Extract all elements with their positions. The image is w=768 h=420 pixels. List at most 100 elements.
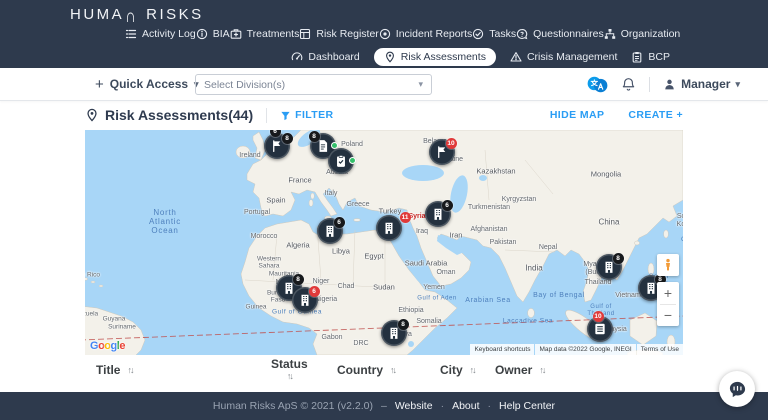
column-header-status[interactable]: Status↑↓ bbox=[271, 355, 308, 389]
nav-item-organization[interactable]: Organization bbox=[604, 28, 681, 40]
zoom-in-button[interactable]: + bbox=[657, 282, 679, 304]
sort-arrows-icon[interactable]: ↑↓ bbox=[390, 365, 395, 375]
marker-count-badge: 8 bbox=[293, 274, 304, 285]
nav-item-bcp[interactable]: BCP bbox=[631, 51, 670, 63]
chevron-down-icon: ▾ bbox=[418, 79, 423, 90]
marker-count-badge: 8 bbox=[309, 131, 320, 142]
chat-messenger-button[interactable] bbox=[719, 371, 755, 407]
division-select[interactable]: Select Division(s) ▾ bbox=[195, 74, 432, 95]
nav-item-label: Dashboard bbox=[308, 51, 359, 63]
check-icon bbox=[472, 28, 484, 40]
brand-logo: HUMA∩ RISKS bbox=[70, 6, 204, 23]
clipcheck-icon bbox=[334, 154, 348, 168]
results-table-header: Title↑↓Status↑↓Country↑↓City↑↓Owner↑↓ bbox=[85, 355, 683, 385]
grid-icon bbox=[299, 28, 311, 40]
column-label: Country bbox=[337, 363, 383, 377]
translate-icon[interactable] bbox=[587, 76, 608, 93]
chevron-down-icon: ▾ bbox=[735, 79, 740, 90]
primary-nav: Activity Log BIA TreatmentsRisk RegisterIn… bbox=[125, 28, 673, 40]
column-label: Title bbox=[96, 363, 120, 377]
nav-item-risk-register[interactable]: Risk Register bbox=[299, 28, 378, 40]
app-header: HUMA∩ RISKS Activity LogBIATreatmentsRis… bbox=[0, 0, 768, 68]
column-header-title[interactable]: Title ↑↓ bbox=[96, 355, 132, 385]
nav-item-label: Activity Log bbox=[142, 28, 196, 40]
funnel-icon bbox=[280, 110, 291, 121]
map-marker-menu[interactable]: 10 bbox=[587, 316, 613, 342]
map-canvas[interactable]: North Atlantic OceanPuerto RicoVenezuela… bbox=[85, 130, 683, 355]
file-icon bbox=[316, 139, 330, 153]
nav-item-bia[interactable]: BIA bbox=[196, 28, 230, 40]
nav-item-tasks[interactable]: Tasks bbox=[472, 28, 516, 40]
division-select-placeholder: Select Division(s) bbox=[204, 79, 285, 91]
map-attribution: Keyboard shortcuts Map data ©2022 Google… bbox=[469, 344, 683, 355]
warning-icon bbox=[510, 51, 522, 63]
map-data-credit: Map data ©2022 Google, INEGI bbox=[535, 344, 635, 355]
footer-link-about[interactable]: About bbox=[452, 400, 479, 412]
sort-arrows-icon[interactable]: ↑↓ bbox=[470, 365, 475, 375]
menu-icon bbox=[593, 322, 607, 336]
sort-arrows-icon[interactable]: ↑↓ bbox=[127, 365, 132, 375]
column-label: Status bbox=[271, 359, 308, 370]
map-marker-building[interactable]: 6 bbox=[425, 201, 451, 227]
street-view-pegman-button[interactable] bbox=[657, 254, 679, 276]
column-header-owner[interactable]: Owner ↑↓ bbox=[495, 355, 544, 385]
marker-count-badge: 6 bbox=[442, 200, 453, 211]
marker-count-badge: 11 bbox=[400, 212, 411, 223]
nav-item-questionnaires[interactable]: Questionnaires bbox=[516, 28, 604, 40]
notifications-bell-icon[interactable] bbox=[621, 77, 636, 92]
zoom-out-button[interactable]: − bbox=[657, 305, 679, 327]
map-marker-clipcheck[interactable] bbox=[328, 148, 354, 174]
footer-dash: – bbox=[381, 400, 387, 412]
map-marker-building[interactable]: 8 bbox=[596, 254, 622, 280]
column-header-city[interactable]: City↑↓ bbox=[440, 355, 475, 385]
nav-item-label: Crisis Management bbox=[527, 51, 617, 63]
nav-item-label: Organization bbox=[621, 28, 681, 40]
column-label: Owner bbox=[495, 363, 532, 377]
marker-status-dot bbox=[349, 157, 356, 164]
sort-arrows-icon[interactable]: ↑↓ bbox=[539, 365, 544, 375]
map-zoom-control: + − bbox=[657, 282, 679, 326]
list-icon bbox=[125, 28, 137, 40]
user-menu[interactable]: Manager ▾ bbox=[663, 77, 740, 91]
nav-item-dashboard[interactable]: Dashboard bbox=[291, 51, 359, 63]
terms-of-use-link[interactable]: Terms of Use bbox=[637, 344, 683, 355]
footer-separator: · bbox=[441, 400, 445, 412]
brand-logo-glyph: ∩ bbox=[125, 6, 138, 27]
chat-icon bbox=[516, 28, 528, 40]
map-marker-building[interactable]: 8 bbox=[381, 320, 407, 346]
column-header-country[interactable]: Country ↑↓ bbox=[337, 355, 395, 385]
keyboard-shortcuts-link[interactable]: Keyboard shortcuts bbox=[470, 344, 534, 355]
filter-button[interactable]: FILTER bbox=[280, 109, 333, 121]
hide-map-button[interactable]: HIDE MAP bbox=[550, 109, 605, 121]
nav-item-risk-assessments[interactable]: Risk Assessments bbox=[374, 48, 496, 66]
pin-icon bbox=[384, 51, 396, 63]
map-marker-badge[interactable]: 11 bbox=[392, 204, 418, 230]
create-button[interactable]: CREATE + bbox=[628, 109, 683, 121]
marker-count-badge: 10 bbox=[593, 311, 604, 322]
sort-arrows-icon[interactable]: ↑↓ bbox=[287, 371, 292, 382]
map-marker-flag[interactable]: 10 bbox=[429, 139, 455, 165]
footer-link-website[interactable]: Website bbox=[395, 400, 433, 412]
marker-count-badge: 8 bbox=[613, 253, 624, 264]
nav-item-incident-reports[interactable]: Incident Reports bbox=[379, 28, 472, 40]
map-marker-building[interactable]: 6 bbox=[292, 287, 318, 313]
nav-item-label: Treatments bbox=[247, 28, 300, 40]
footer-link-help-center[interactable]: Help Center bbox=[499, 400, 555, 412]
quick-access-button[interactable]: + Quick Access ▾ bbox=[95, 68, 199, 100]
clipboard-icon bbox=[631, 51, 643, 63]
marker-count-badge: 6 bbox=[270, 130, 281, 137]
quick-access-label: Quick Access bbox=[110, 77, 188, 91]
user-name: Manager bbox=[681, 77, 730, 91]
plus-icon: + bbox=[95, 76, 104, 93]
marker-count-badge: 6 bbox=[334, 217, 345, 228]
secondary-nav: Dashboard Risk Assessments Crisis Manageme… bbox=[291, 46, 670, 67]
nav-item-activity-log[interactable]: Activity Log bbox=[125, 28, 196, 40]
divider bbox=[649, 77, 650, 92]
map-marker-building[interactable]: 6 bbox=[317, 218, 343, 244]
nav-item-crisis-management[interactable]: Crisis Management bbox=[510, 51, 617, 63]
page-title-bar: Risk Assessments(44) FILTER HIDE MAP CRE… bbox=[85, 100, 683, 130]
nav-item-treatments[interactable]: Treatments bbox=[230, 28, 300, 40]
nav-item-label: BIA bbox=[213, 28, 230, 40]
map-marker-flag[interactable]: 68 bbox=[264, 133, 290, 159]
divider bbox=[266, 108, 267, 123]
